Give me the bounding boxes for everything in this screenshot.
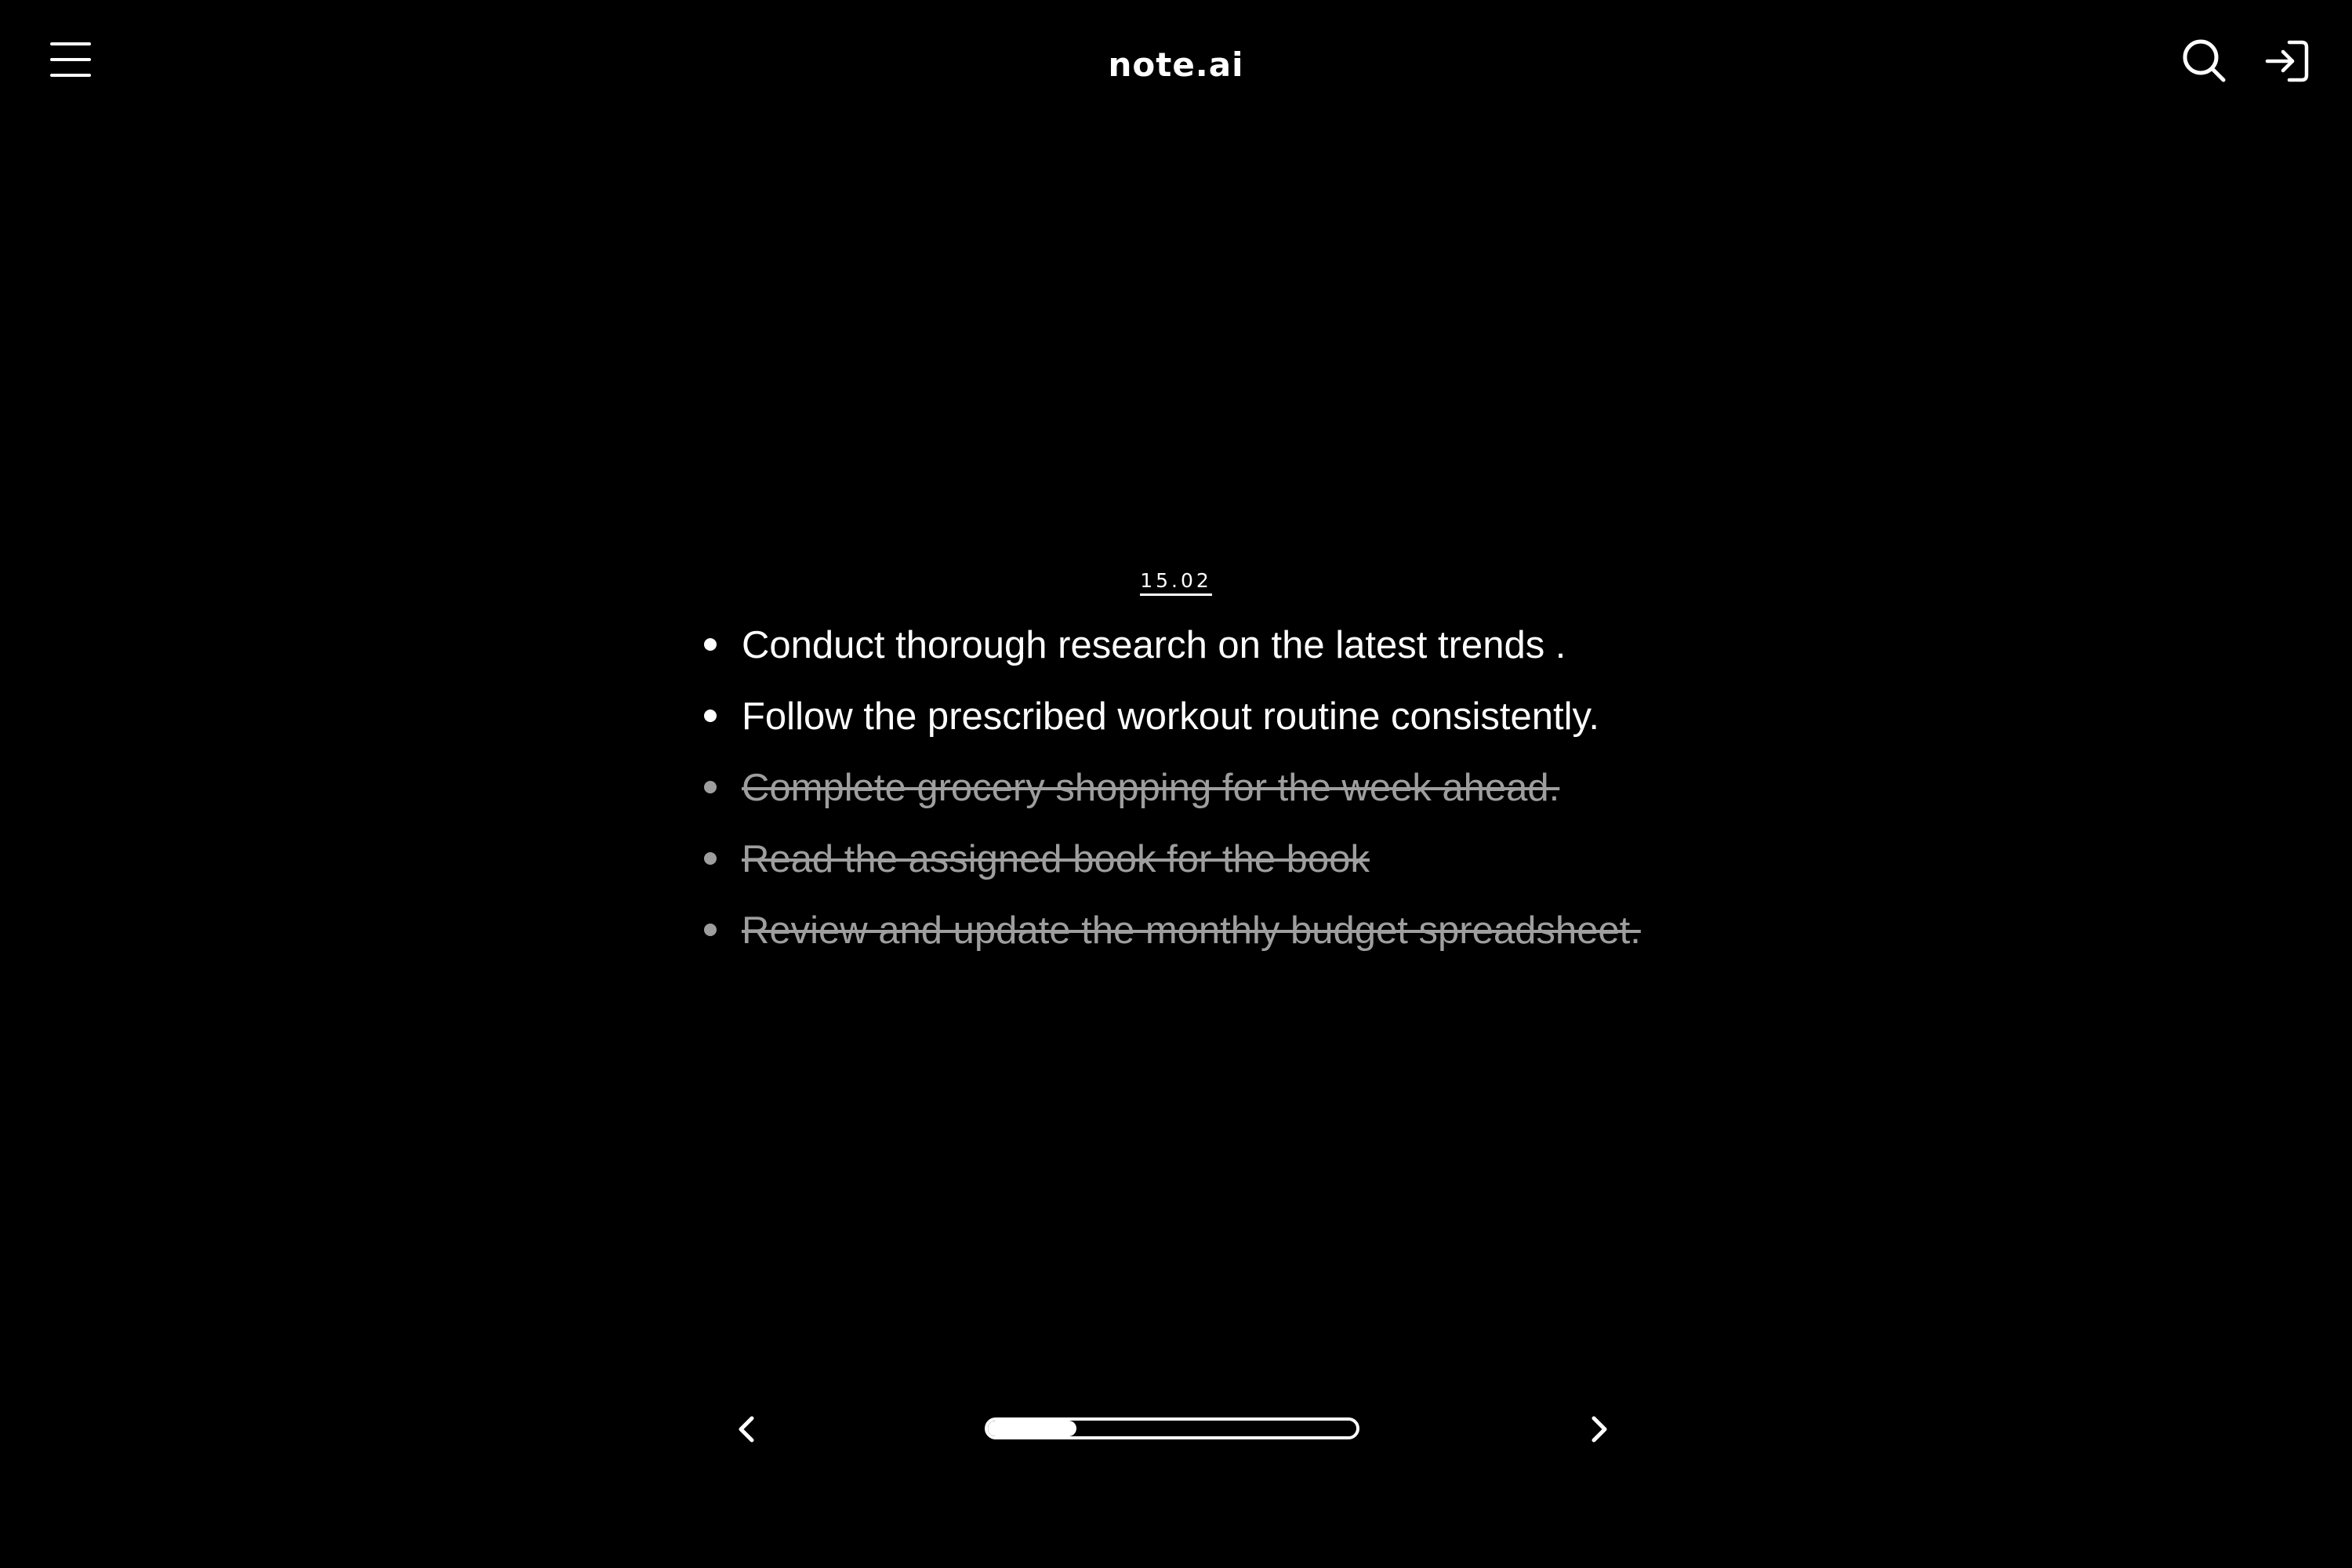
chevron-left-icon[interactable] [728, 1410, 767, 1449]
note-date: 15.02 [1019, 569, 1333, 596]
task-text: Read the assigned book for the book [742, 838, 1370, 880]
app-title: note.ai [1108, 45, 1244, 84]
chevron-right-icon[interactable] [1579, 1410, 1618, 1449]
task-text: Review and update the monthly budget spr… [742, 909, 1641, 952]
task-text: Follow the prescribed workout routine co… [742, 695, 1599, 738]
bullet-icon [704, 924, 717, 936]
bullet-icon [704, 852, 717, 865]
task-text: Complete grocery shopping for the week a… [742, 767, 1560, 809]
note-date-text: 15.02 [1140, 569, 1212, 596]
task-item[interactable]: Conduct thorough research on the latest … [702, 618, 1641, 689]
task-text: Conduct thorough research on the latest … [742, 624, 1566, 666]
login-icon[interactable] [2263, 36, 2313, 86]
task-item[interactable]: Read the assigned book for the book [702, 832, 1641, 903]
task-item[interactable]: Follow the prescribed workout routine co… [702, 689, 1641, 760]
page-progress-fill [988, 1421, 1076, 1436]
task-item[interactable]: Complete grocery shopping for the week a… [702, 760, 1641, 832]
bullet-icon [704, 781, 717, 793]
task-item[interactable]: Review and update the monthly budget spr… [702, 903, 1641, 975]
search-icon[interactable] [2180, 36, 2230, 86]
task-list: Conduct thorough research on the latest … [702, 618, 1641, 975]
bullet-icon [704, 710, 717, 722]
hamburger-menu-icon[interactable] [50, 42, 94, 77]
page-progress-bar[interactable] [985, 1417, 1359, 1439]
bullet-icon [704, 638, 717, 651]
